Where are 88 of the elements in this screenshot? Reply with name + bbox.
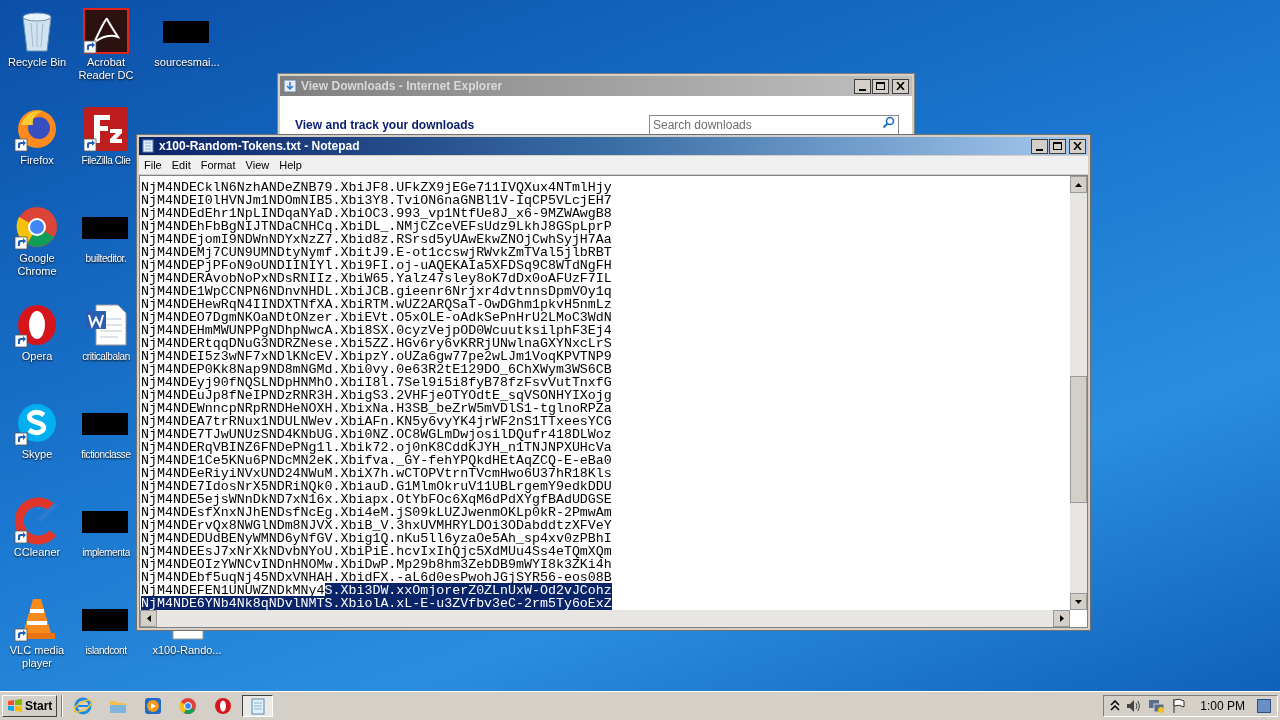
text-line: NjM4NDEI5z3wNF7xNDlKNcEV.XbipzY.oUZa6gw77pe2wLJm1VoqKPVTNP9	[141, 350, 613, 363]
text-line: NjM4NDERtqqDNuG3NDRZNese.Xbi5ZZ.HGv6ry6vKRRjUNwlnaGXYNxcLrS	[141, 337, 613, 350]
text-line: NjM4NDEbf5uqNj45NDxVNHAH.XbidFX.-aL6d0esPwohJGjSYR56-eos08B	[141, 571, 613, 584]
speaker-icon[interactable]	[1126, 699, 1143, 713]
search-icon	[882, 116, 895, 129]
text-line: NjM4NDERqVBINZ6FNDePNg1l.Xbik72.oj0nK8CddKJYH_n1TNJNPXUHcVa	[141, 441, 613, 454]
download-icon	[283, 79, 297, 93]
windows-logo-icon	[7, 698, 23, 714]
text-line: NjM4NDE1WpCCNPN6NDnvNHDL.XbiJCB.gieenr6Nrjxr4dvtnnsDpmVOy1q	[141, 285, 613, 298]
text-line: NjM4NDECklN6NzhANDeZNB79.XbiJF8.UFkZX9jEGe711IVQXux4NTmlHjy	[141, 181, 613, 194]
text-line: NjM4NDErvQx8NWGlNDm8NJVX.XbiB_V.3hxUVMHRYLDOi3ODabddtzXFVeY	[141, 519, 613, 532]
text-line: NjM4NDEWnncpNRpRNDHeNOXH.XbixNa.H3SB_beZrW5mVDlS1-tglnoRPZa	[141, 402, 613, 415]
window-title: View Downloads - Internet Explorer	[301, 78, 503, 95]
text-line: NjM4NDEP0Kk8Nap9ND8mNGMd.Xbi0vy.0e63R2tE129DO_6ChXWym3WS6CB	[141, 363, 613, 376]
ccleaner-icon	[13, 497, 61, 545]
menu-item[interactable]: View	[240, 156, 275, 174]
show-desktop-button[interactable]	[1257, 699, 1271, 713]
horizontal-scrollbar[interactable]	[140, 610, 1070, 627]
text-line: NjM4NDEEsJ7xNrXkNDvbNYoU.XbiPiE.hcvIxIhQjc5XdMUu4Ss4eTQmXQm	[141, 545, 613, 558]
desktop-icon-label[interactable]: VLC media player	[2, 644, 72, 670]
text-line: NjM4NDEHmMWUNPPgNDhpNwcA.Xbi8SX.0cyzVejpOD0WcuutksilphF3Ej4	[141, 324, 613, 337]
menu-item[interactable]: File	[139, 156, 167, 174]
desktop-icon-label[interactable]: Recycle Bin	[2, 56, 72, 69]
menu-item[interactable]: Help	[274, 156, 307, 174]
text-line: NjM4NDE5ejsWNnDkND7xN16x.Xbiapx.OtYbFOc6XqM6dPdXYgfBAdUDGSE	[141, 493, 613, 506]
text-line: NjM4NDE1Ce5KNu6PNDcMN2eK.Xbifva._GY-fehYPQkdHEtAqZCQ-E-eBa0	[141, 454, 613, 467]
vertical-scrollbar[interactable]	[1070, 176, 1087, 610]
right-arrow-icon	[1059, 615, 1064, 622]
text-line: NjM4NDE7IdosNrX5NDRiNQk0.XbiauD.G1MlmOkruV11UBLrgemY9edkDDU	[141, 480, 613, 493]
text-line: NjM4NDEhFbBgNIJTNDaCNHCq.XbiDL_.NMjCZceVEFsUdz9LkhJ8GSpLprP	[141, 220, 613, 233]
text-line: NjM4NDEPjPFoN9oUNDIINIYl.Xbi9FI.oj-uAQEKAIa5XFDSq9C8WTdNgFH	[141, 259, 613, 272]
close-icon	[896, 82, 905, 90]
flag-icon[interactable]	[1172, 698, 1187, 714]
minimize-button[interactable]	[1031, 138, 1048, 154]
menu-item[interactable]: Format	[195, 156, 241, 174]
text-line: NjM4NDEHewRqN4IINDXTNfXA.XbiRTM.wUZ2ARQSaT-OwDGhm1pkvH5nmLz	[141, 298, 613, 311]
notepad-icon	[141, 139, 155, 153]
text-line: NjM4NDEsfXnxNJhENDsfNcEg.Xbi4eM.jS09kLUZJwenmOKLp0kR-2PmwAm	[141, 506, 613, 519]
text-line: NjM4NDEyj90fNQSLNDpHNMhO.XbiI8l.7Sel9i5i8fyB78fzFsvVutTnxfG	[141, 376, 613, 389]
left-arrow-icon	[146, 615, 151, 622]
desktop-icon-label[interactable]: Opera	[2, 350, 72, 363]
down-arrow-icon	[1075, 599, 1082, 604]
acrobat-icon	[82, 7, 130, 55]
minimize-button[interactable]	[854, 78, 871, 94]
text-line: NjM4NDERAvobNoPxNDsRNIIz.XbiW65.Yalz47sley8oK7dDx0oAFUzF7IL	[141, 272, 613, 285]
desktop-icon-label[interactable]: implementa	[82, 546, 130, 559]
text-line: NjM4NDEA7trRNux1NDULNWev.XbiAFn.KN5y6vyYK4jrWF2nS1TTxeesYCG	[141, 415, 613, 428]
menu-item[interactable]: Edit	[166, 156, 196, 174]
close-icon	[1073, 142, 1082, 150]
window-title: x100-Random-Tokens.txt - Notepad	[159, 138, 360, 155]
close-button[interactable]	[892, 78, 909, 94]
text-line: NjM4NDEO7DgmNKOaNDtONzer.XbiEVt.O5xOLE-oAdkSePnHrU2LMoC3WdN	[141, 311, 613, 324]
text-line: NjM4NDE7TJwUNUzSND4KNbUG.Xbi0NZ.OC8WGLmDwjosilDQufr418DLWoz	[141, 428, 613, 441]
close-button[interactable]	[1069, 138, 1086, 154]
filezilla-icon	[82, 105, 130, 153]
search-field[interactable]: Search downloads	[649, 114, 899, 136]
chrome-icon	[177, 696, 198, 716]
media-player-icon	[142, 696, 163, 716]
desktop-icon-label[interactable]: sourcesmai...	[152, 56, 222, 69]
text-line: NjM4NDEOIzYWNCvINDnHNOMw.XbiDwP.Mp29b8hm3ZebDB9mWYI8k3ZKi4h	[141, 558, 613, 571]
text-line: NjM4NDEdEhr1NpLINDqaNYaD.XbiOC3.993_vp1NtfUe8J_x6-9MZWAwgB8	[141, 207, 613, 220]
desktop-icon-label[interactable]: fictionclasse	[81, 448, 131, 461]
text-line: NjM4NDEeRiyiNVxUND24NWuM.XbiX7h.wCTOPVtrnTVcmHwo6U37hR18Kls	[141, 467, 613, 480]
desktop-icon-label[interactable]: Acrobat Reader DC	[71, 56, 141, 82]
maximize-button[interactable]	[1049, 138, 1066, 154]
desktop-icon-label[interactable]: builteditor.	[85, 252, 127, 265]
taskbar-app-button[interactable]	[242, 695, 274, 717]
opera-icon	[212, 696, 233, 716]
text-line: NjM4NDEDUdBENyWMND6yNfGV.Xbig1Q.nKu5ll6yzaOe5Ah_sp4xv0zPBhI	[141, 532, 613, 545]
text-line: NjM4NDEMj7CUN9UMNDtyNymf.XbitJ9.E-ot1ccswjRWvkZmTVal5jlbRBT	[141, 246, 613, 259]
text-line: NjM4NDEI0lHVNJm1NDOmNIB5.Xbi3Y8.TviON6naGNBl1V-IqCP5VLcjEH7	[141, 194, 613, 207]
maximize-button[interactable]	[872, 78, 889, 94]
desktop-icon-label[interactable]: Firefox	[2, 154, 72, 167]
desktop-icon-label[interactable]: CCleaner	[2, 546, 72, 559]
desktop-icon-label[interactable]: x100-Rando...	[152, 644, 222, 657]
desktop-icon-label[interactable]: islandcont	[85, 644, 127, 657]
chevron-up-icon[interactable]	[1110, 700, 1121, 712]
network-icon[interactable]	[1148, 698, 1167, 714]
internet-explorer-icon	[72, 696, 93, 716]
desktop-icon-label[interactable]: FileZilla Clie	[81, 154, 131, 167]
text-line: NjM4NDEuJp8fNeIPNDzRNR3H.XbigS3.2VHFjeOTYOdtE_sqVSONHYIXojg	[141, 389, 613, 402]
text-line: NjM4NDEjomI9NDWnNDYxNzZ7.Xbid8z.RSrsd5yUAwEkwZNOjCwhSyjH7Aa	[141, 233, 613, 246]
desktop-icon-label[interactable]: Skype	[2, 448, 72, 461]
page-heading: View and track your downloads	[295, 117, 475, 134]
desktop-icon-label[interactable]: Google Chrome	[2, 252, 72, 278]
start-button[interactable]: Start	[2, 695, 58, 717]
desktop-icon-label[interactable]: criticalbalan	[82, 350, 130, 363]
up-arrow-icon	[1075, 182, 1082, 187]
